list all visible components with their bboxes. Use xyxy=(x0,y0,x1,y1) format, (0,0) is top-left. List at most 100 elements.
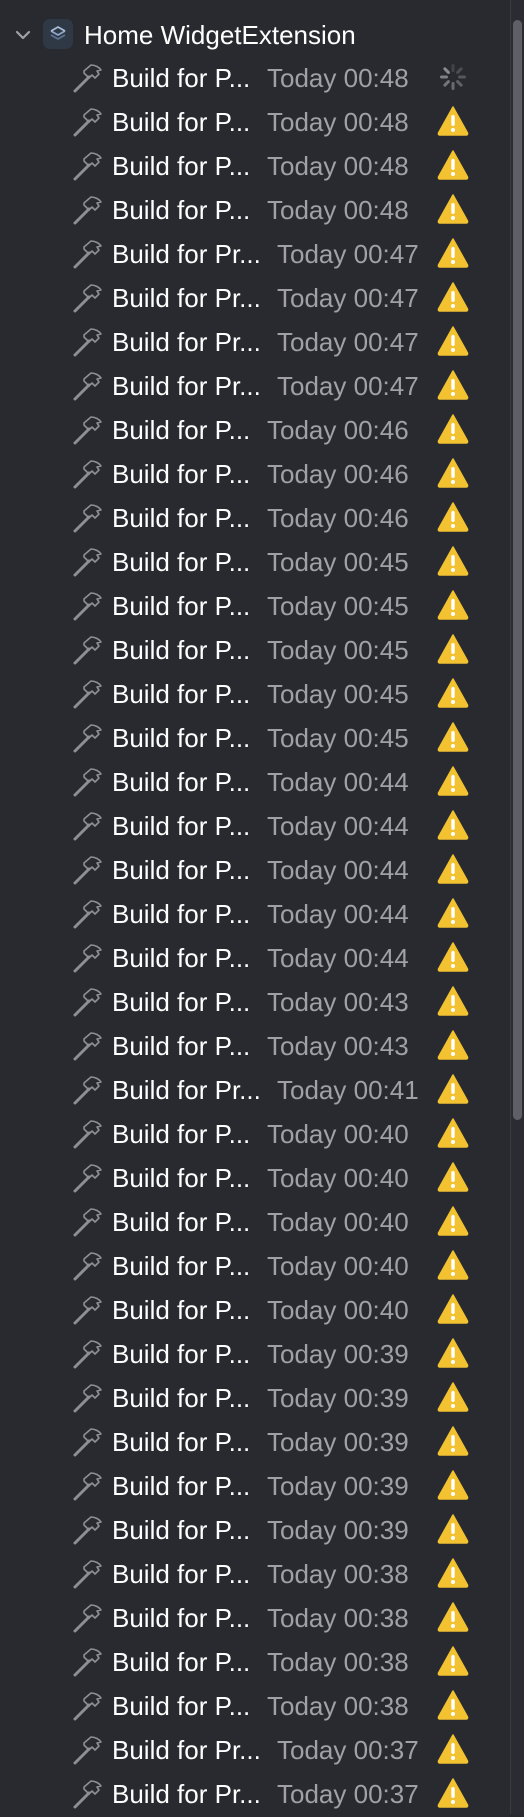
build-name: Build for Pr... xyxy=(112,1735,261,1765)
warning-icon[interactable] xyxy=(437,941,469,973)
warning-icon[interactable] xyxy=(437,149,469,181)
build-log-row[interactable]: Build for P... Today 00:38 xyxy=(0,1685,510,1729)
build-name: Build for P... xyxy=(112,767,251,797)
warning-icon[interactable] xyxy=(437,1117,469,1149)
build-log-row[interactable]: Build for P... Today 00:40 xyxy=(0,1201,510,1245)
build-log-row[interactable]: Build for P... Today 00:48 xyxy=(0,101,510,145)
warning-icon[interactable] xyxy=(437,765,469,797)
warning-icon[interactable] xyxy=(437,237,469,269)
build-log-row[interactable]: Build for P... Today 00:48 xyxy=(0,57,510,101)
build-log-row[interactable]: Build for Pr... Today 00:41 xyxy=(0,1069,510,1113)
warning-icon[interactable] xyxy=(437,853,469,885)
warning-icon[interactable] xyxy=(437,1645,469,1677)
build-log-row[interactable]: Build for Pr... Today 00:47 xyxy=(0,321,510,365)
warning-icon[interactable] xyxy=(437,1293,469,1325)
warning-icon[interactable] xyxy=(437,633,469,665)
build-log-row[interactable]: Build for P... Today 00:39 xyxy=(0,1333,510,1377)
warning-icon[interactable] xyxy=(437,1557,469,1589)
hammer-icon xyxy=(73,1604,102,1633)
build-timestamp: Today 00:48 xyxy=(267,195,409,225)
build-log-row[interactable]: Build for P... Today 00:46 xyxy=(0,453,510,497)
warning-icon[interactable] xyxy=(437,1513,469,1545)
build-log-row[interactable]: Build for P... Today 00:44 xyxy=(0,849,510,893)
warning-icon[interactable] xyxy=(437,105,469,137)
build-log-row[interactable]: Build for P... Today 00:48 xyxy=(0,189,510,233)
build-log-row[interactable]: Build for P... Today 00:38 xyxy=(0,1553,510,1597)
build-log-row[interactable]: Build for P... Today 00:39 xyxy=(0,1465,510,1509)
warning-icon[interactable] xyxy=(437,809,469,841)
build-name: Build for P... xyxy=(112,1471,251,1501)
build-log-row[interactable]: Build for P... Today 00:40 xyxy=(0,1289,510,1333)
warning-icon[interactable] xyxy=(437,1249,469,1281)
build-log-row[interactable]: Build for P... Today 00:40 xyxy=(0,1245,510,1289)
warning-icon[interactable] xyxy=(437,589,469,621)
target-group-header[interactable]: Home WidgetExtension xyxy=(0,10,510,60)
build-log-row[interactable]: Build for P... Today 00:39 xyxy=(0,1509,510,1553)
build-log-row[interactable]: Build for P... Today 00:45 xyxy=(0,585,510,629)
scrollbar[interactable] xyxy=(510,0,524,1814)
build-timestamp: Today 00:43 xyxy=(267,987,409,1017)
build-timestamp: Today 00:48 xyxy=(267,151,409,181)
warning-icon[interactable] xyxy=(437,1029,469,1061)
warning-icon[interactable] xyxy=(437,1337,469,1369)
warning-icon[interactable] xyxy=(437,325,469,357)
build-log-row[interactable]: Build for P... Today 00:44 xyxy=(0,893,510,937)
build-log-row[interactable]: Build for P... Today 00:39 xyxy=(0,1377,510,1421)
warning-icon[interactable] xyxy=(437,721,469,753)
build-log-row[interactable]: Build for P... Today 00:45 xyxy=(0,717,510,761)
warning-icon[interactable] xyxy=(437,369,469,401)
hammer-icon xyxy=(73,284,102,313)
warning-icon[interactable] xyxy=(437,1073,469,1105)
hammer-icon xyxy=(73,1384,102,1413)
build-log-row[interactable]: Build for P... Today 00:43 xyxy=(0,1025,510,1069)
warning-icon[interactable] xyxy=(437,1733,469,1765)
build-log-row[interactable]: Build for Pr... Today 00:47 xyxy=(0,277,510,321)
build-name: Build for P... xyxy=(112,1383,251,1413)
build-log-row[interactable]: Build for P... Today 00:45 xyxy=(0,541,510,585)
chevron-down-icon[interactable] xyxy=(12,24,34,46)
build-log-row[interactable]: Build for P... Today 00:44 xyxy=(0,937,510,981)
build-name: Build for P... xyxy=(112,1207,251,1237)
build-log-row[interactable]: Build for Pr... Today 00:47 xyxy=(0,233,510,277)
warning-icon[interactable] xyxy=(437,413,469,445)
warning-icon[interactable] xyxy=(437,501,469,533)
build-log-row[interactable]: Build for P... Today 00:46 xyxy=(0,409,510,453)
warning-icon[interactable] xyxy=(437,1381,469,1413)
warning-icon[interactable] xyxy=(437,677,469,709)
build-log-row[interactable]: Build for P... Today 00:45 xyxy=(0,629,510,673)
warning-icon[interactable] xyxy=(437,193,469,225)
build-log-row[interactable]: Build for P... Today 00:45 xyxy=(0,673,510,717)
warning-icon[interactable] xyxy=(437,1469,469,1501)
warning-icon[interactable] xyxy=(437,985,469,1017)
build-log-row[interactable]: Build for P... Today 00:46 xyxy=(0,497,510,541)
warning-icon[interactable] xyxy=(437,457,469,489)
scrollbar-thumb[interactable] xyxy=(513,20,522,1120)
warning-icon[interactable] xyxy=(437,1689,469,1721)
build-log-row[interactable]: Build for P... Today 00:44 xyxy=(0,805,510,849)
hammer-icon xyxy=(73,1648,102,1677)
warning-icon[interactable] xyxy=(437,1777,469,1809)
warning-icon[interactable] xyxy=(437,1161,469,1193)
build-log-row[interactable]: Build for Pr... Today 00:37 xyxy=(0,1773,510,1817)
build-log-row[interactable]: Build for Pr... Today 00:37 xyxy=(0,1729,510,1773)
build-log-row[interactable]: Build for P... Today 00:44 xyxy=(0,761,510,805)
build-log-row[interactable]: Build for P... Today 00:40 xyxy=(0,1157,510,1201)
hammer-icon xyxy=(73,1340,102,1369)
build-log-row[interactable]: Build for P... Today 00:40 xyxy=(0,1113,510,1157)
warning-icon[interactable] xyxy=(437,545,469,577)
warning-icon[interactable] xyxy=(437,1205,469,1237)
build-log-row[interactable]: Build for P... Today 00:48 xyxy=(0,145,510,189)
warning-icon[interactable] xyxy=(437,281,469,313)
warning-icon[interactable] xyxy=(437,1425,469,1457)
warning-icon[interactable] xyxy=(437,897,469,929)
build-log-row[interactable]: Build for Pr... Today 00:47 xyxy=(0,365,510,409)
build-name: Build for P... xyxy=(112,899,251,929)
build-log-row[interactable]: Build for P... Today 00:38 xyxy=(0,1597,510,1641)
warning-icon[interactable] xyxy=(437,1601,469,1633)
build-timestamp: Today 00:46 xyxy=(267,459,409,489)
hammer-icon xyxy=(73,1560,102,1589)
build-log-row[interactable]: Build for P... Today 00:38 xyxy=(0,1641,510,1685)
build-log-row[interactable]: Build for P... Today 00:43 xyxy=(0,981,510,1025)
build-timestamp: Today 00:41 xyxy=(277,1075,419,1105)
build-log-row[interactable]: Build for P... Today 00:39 xyxy=(0,1421,510,1465)
